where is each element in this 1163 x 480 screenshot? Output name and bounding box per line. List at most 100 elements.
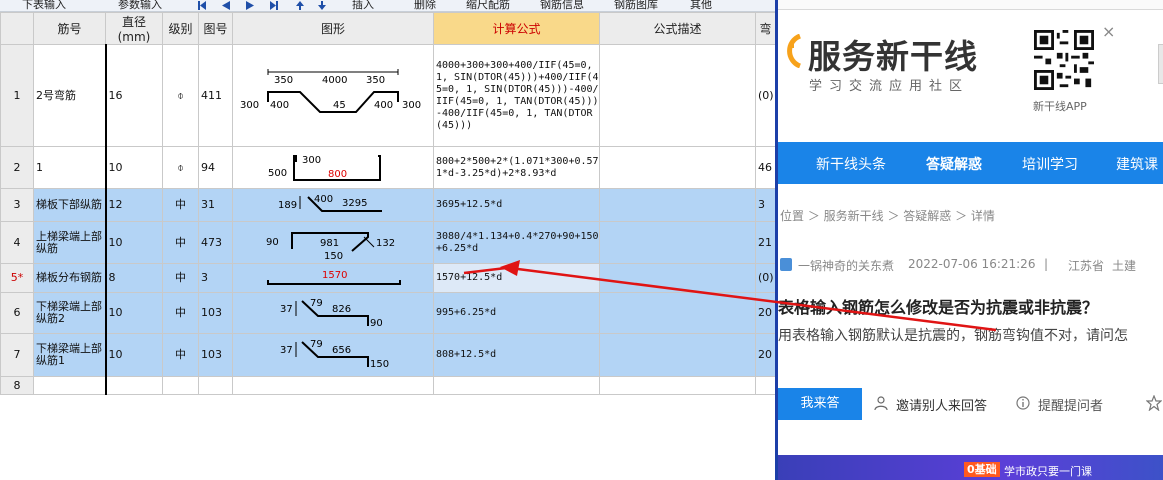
toolbar-rebar-library[interactable]: 钢筋图库: [614, 0, 658, 11]
figure-number-cell[interactable]: 103: [198, 292, 233, 334]
star-icon[interactable]: [1146, 395, 1162, 411]
bend-cell[interactable]: (0): [755, 44, 775, 147]
bar-name-cell[interactable]: 下梯梁端上部纵筋1: [33, 333, 106, 377]
row-number[interactable]: 4: [0, 221, 34, 264]
formula-cell[interactable]: [433, 376, 600, 395]
table-row-current[interactable]: 5* 梯板分布钢筋 8 中 3 1570 1570+12.5*d (0): [0, 263, 775, 293]
description-cell[interactable]: [599, 333, 756, 377]
bar-name-cell[interactable]: 1: [33, 146, 106, 189]
grade-cell[interactable]: 中: [162, 263, 199, 293]
diameter-cell[interactable]: [104, 376, 163, 395]
row-number[interactable]: 8: [0, 376, 34, 395]
nav-headline[interactable]: 新干线头条: [816, 154, 886, 174]
figure-number-cell[interactable]: 473: [198, 221, 233, 264]
prev-record-icon[interactable]: [222, 1, 230, 10]
bar-name-cell[interactable]: 下梯梁端上部纵筋2: [33, 292, 106, 334]
description-cell[interactable]: [599, 376, 756, 395]
row-number[interactable]: 1: [0, 44, 34, 147]
first-record-icon[interactable]: [198, 1, 206, 10]
last-record-icon[interactable]: [270, 1, 278, 10]
bend-cell[interactable]: 20: [755, 292, 775, 334]
shape-cell[interactable]: 37 79 656 150: [232, 333, 434, 377]
diameter-cell[interactable]: 10: [104, 292, 163, 334]
shape-cell[interactable]: [232, 376, 434, 395]
bend-cell[interactable]: 46: [755, 146, 775, 189]
answer-button[interactable]: 我来答: [778, 388, 862, 420]
header-bar-number[interactable]: 筋号: [33, 12, 106, 45]
row-number[interactable]: 6: [0, 292, 34, 334]
header-diameter[interactable]: 直径(mm): [105, 12, 163, 45]
shape-cell[interactable]: 1570: [232, 263, 434, 293]
formula-cell[interactable]: 3080/4*1.134+0.4*270+90+150+6.25*d: [433, 221, 600, 264]
toolbar-insert[interactable]: 插入: [352, 0, 374, 11]
brand-name[interactable]: 服务新干线: [808, 30, 978, 78]
formula-cell[interactable]: 995+6.25*d: [433, 292, 600, 334]
brand-logo-icon[interactable]: [782, 34, 804, 68]
bar-name-cell[interactable]: [33, 376, 106, 395]
bend-cell[interactable]: 3: [755, 188, 775, 222]
diameter-cell[interactable]: 10: [104, 333, 163, 377]
toolbar-scale-rebar[interactable]: 缩尺配筋: [466, 0, 510, 11]
nav-building-course[interactable]: 建筑课: [1116, 154, 1158, 174]
table-row[interactable]: 7 下梯梁端上部纵筋1 10 中 103 37 79 656 150 808+1…: [0, 333, 775, 377]
grade-cell[interactable]: 中: [162, 188, 199, 222]
row-number[interactable]: 2: [0, 146, 34, 189]
diameter-cell[interactable]: 10: [104, 221, 163, 264]
move-down-icon[interactable]: [318, 1, 326, 10]
grade-cell[interactable]: 中: [162, 333, 199, 377]
figure-number-cell[interactable]: [198, 376, 233, 395]
bend-cell[interactable]: (0): [755, 263, 775, 293]
nav-qa[interactable]: 答疑解惑: [926, 154, 982, 174]
post-category[interactable]: 土建: [1112, 257, 1136, 274]
description-cell[interactable]: [599, 146, 756, 189]
figure-number-cell[interactable]: 3: [198, 263, 233, 293]
next-record-icon[interactable]: [246, 1, 254, 10]
diameter-cell[interactable]: 12: [104, 188, 163, 222]
figure-number-cell[interactable]: 31: [198, 188, 233, 222]
invite-button[interactable]: 邀请别人来回答: [874, 395, 987, 414]
formula-cell[interactable]: 1570+12.5*d: [433, 263, 600, 293]
formula-cell[interactable]: 4000+300+300+400/IIF(45=0, 1, SIN(DTOR(4…: [433, 44, 600, 147]
row-number[interactable]: 5*: [0, 263, 34, 293]
table-row[interactable]: 3 梯板下部纵筋 12 中 31 189 400 3295 3695+12.5*…: [0, 188, 775, 222]
grade-cell[interactable]: ⌽: [162, 146, 199, 189]
header-figure-number[interactable]: 图号: [198, 12, 233, 45]
side-tab[interactable]: [1158, 44, 1163, 84]
avatar[interactable]: [780, 258, 792, 271]
toolbar-rebar-info[interactable]: 钢筋信息: [540, 0, 584, 11]
grade-cell[interactable]: 中: [162, 221, 199, 264]
description-cell[interactable]: [599, 44, 756, 147]
diameter-cell[interactable]: 8: [104, 263, 163, 293]
header-shape[interactable]: 图形: [232, 12, 434, 45]
bend-cell[interactable]: 20: [755, 333, 775, 377]
table-row[interactable]: 4 上梯梁端上部纵筋 10 中 473 90 981 150 132 3080/…: [0, 221, 775, 264]
table-row[interactable]: 2 1 10 ⌽ 94 500 300 800 800+2*500+2*(1.0…: [0, 146, 775, 189]
toolbar-other[interactable]: 其他: [690, 0, 712, 11]
qr-close-icon[interactable]: ×: [1102, 22, 1115, 41]
table-row[interactable]: 1 2号弯筋 16 ⌽ 411 350 4000 350 300 400 45 …: [0, 44, 775, 147]
author-name[interactable]: 一锅神奇的关东煮: [798, 257, 894, 274]
bar-name-cell[interactable]: 梯板下部纵筋: [33, 188, 106, 222]
shape-cell[interactable]: 90 981 150 132: [232, 221, 434, 264]
toolbar-table-input[interactable]: 下表输入: [22, 0, 66, 11]
bar-name-cell[interactable]: 2号弯筋: [33, 44, 106, 147]
table-row-empty[interactable]: 8: [0, 376, 775, 395]
shape-cell[interactable]: 189 400 3295: [232, 188, 434, 222]
row-number[interactable]: 3: [0, 188, 34, 222]
diameter-cell[interactable]: 16: [104, 44, 163, 147]
formula-cell[interactable]: 3695+12.5*d: [433, 188, 600, 222]
bar-name-cell[interactable]: 梯板分布钢筋: [33, 263, 106, 293]
description-cell[interactable]: [599, 221, 756, 264]
bend-cell[interactable]: [755, 376, 775, 395]
course-banner[interactable]: 0基础 学市政只要一门课: [778, 455, 1163, 480]
row-number[interactable]: 7: [0, 333, 34, 377]
bend-cell[interactable]: 21: [755, 221, 775, 264]
grade-cell[interactable]: [162, 376, 199, 395]
header-formula-description[interactable]: 公式描述: [599, 12, 756, 45]
figure-number-cell[interactable]: 103: [198, 333, 233, 377]
formula-cell[interactable]: 808+12.5*d: [433, 333, 600, 377]
figure-number-cell[interactable]: 94: [198, 146, 233, 189]
header-bend[interactable]: 弯: [755, 12, 775, 45]
bar-name-cell[interactable]: 上梯梁端上部纵筋: [33, 221, 106, 264]
header-formula[interactable]: 计算公式: [433, 12, 600, 45]
